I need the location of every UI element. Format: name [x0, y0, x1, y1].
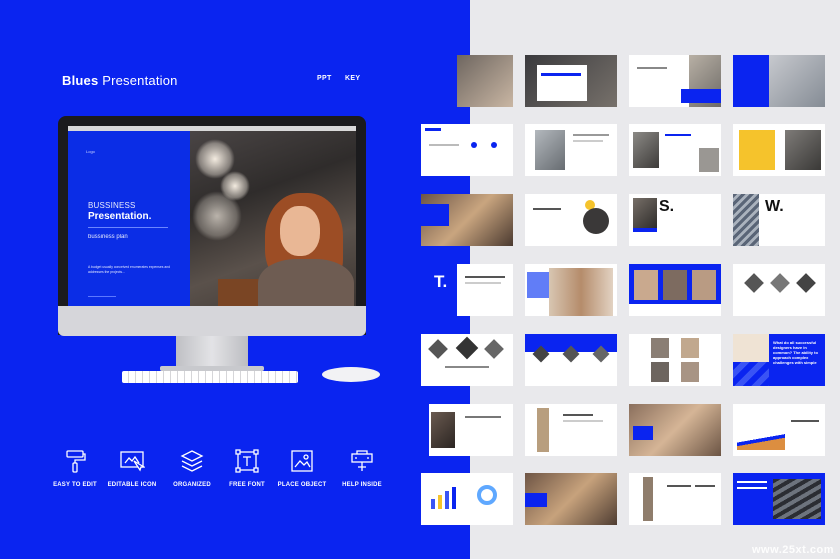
slide-thumbnail	[525, 124, 617, 176]
slide-thumbnail	[733, 124, 825, 176]
slide-letter-t: T.	[434, 272, 448, 291]
slide-thumbnail: What do all successful designers have in…	[733, 334, 825, 386]
slide-thumbnail: W.	[733, 194, 825, 246]
monitor-chin	[58, 306, 366, 336]
monitor-stand	[176, 336, 248, 368]
slide-thumbnail	[421, 334, 513, 386]
slide-thumbnail	[733, 55, 825, 107]
slide-thumbnail	[525, 194, 617, 246]
slide-thumbnail	[421, 55, 513, 107]
screen-photo	[190, 131, 356, 312]
help-icon	[351, 450, 373, 471]
monitor-screen: Logo BUSSINESS Presentation. bussiness p…	[68, 126, 356, 312]
slide-question-text: What do all successful designers have in…	[773, 340, 818, 365]
slide-thumbnail	[629, 404, 721, 456]
slide-thumbnail	[421, 194, 513, 246]
screen-subtitle: BUSSINESS	[88, 201, 136, 210]
pointer-icon	[120, 451, 145, 472]
layers-icon	[180, 450, 204, 472]
monitor: Logo BUSSINESS Presentation. bussiness p…	[58, 116, 366, 335]
slide-thumbnail	[733, 264, 825, 316]
watermark: www.25xt.com	[751, 544, 834, 556]
hero-panel: Blues Presentation PPT KEY Logo BUSSINES…	[0, 0, 470, 559]
slide-letter-s: S.	[659, 198, 675, 215]
screen-main-title: Presentation.	[88, 211, 152, 222]
slide-thumbnail	[525, 334, 617, 386]
screen-plan: bussiness plan	[88, 234, 128, 240]
format-ppt: PPT	[317, 75, 332, 82]
paint-roller-icon	[66, 450, 86, 473]
slide-thumbnail: S.	[629, 194, 721, 246]
slide-thumbnail	[525, 55, 617, 107]
page-title: Blues Presentation	[62, 73, 178, 88]
slide-thumbnail	[421, 404, 513, 456]
slide-thumbnail	[525, 264, 617, 316]
slide-thumbnail: T.	[421, 264, 513, 316]
slide-thumbnail	[525, 404, 617, 456]
keyboard	[122, 371, 298, 383]
image-icon	[291, 450, 313, 472]
slide-thumbnail	[421, 473, 513, 525]
format-key: KEY	[345, 75, 361, 82]
slide-thumbnail	[629, 124, 721, 176]
screen-logo: Logo	[86, 149, 95, 154]
screen-blue-panel: Logo BUSSINESS Presentation. bussiness p…	[68, 131, 190, 312]
screen-body-text: A budget usually conceived enumerates ex…	[88, 265, 170, 274]
slide-thumbnail	[421, 124, 513, 176]
screen-link-line	[88, 296, 116, 297]
font-icon	[235, 449, 259, 473]
slide-letter-w: W.	[765, 198, 784, 215]
slide-thumbnail	[629, 264, 721, 316]
screen-divider	[88, 227, 168, 228]
slide-thumbnail	[733, 473, 825, 525]
slide-thumbnail	[629, 334, 721, 386]
slide-thumbnail	[525, 473, 617, 525]
slide-thumbnail	[629, 55, 721, 107]
feature-help-inside: HELP INSIDE	[327, 448, 397, 488]
slide-thumbnail	[733, 404, 825, 456]
mouse	[322, 367, 380, 382]
slide-thumbnail	[629, 473, 721, 525]
